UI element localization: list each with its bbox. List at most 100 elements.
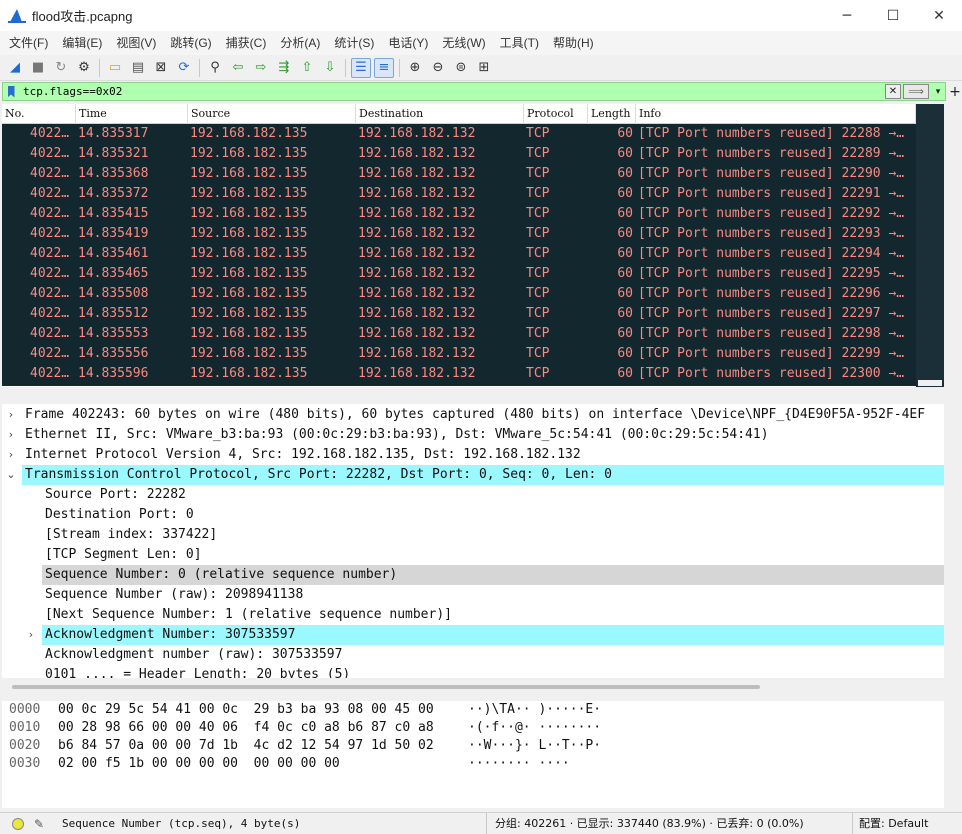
bytes-ascii: ·(·f··@· ········ (468, 720, 602, 735)
shark-fin-start-icon[interactable]: ◢ (5, 58, 25, 78)
close-button[interactable]: ✕ (916, 0, 962, 31)
column-header[interactable]: Info (636, 104, 916, 124)
column-header[interactable]: Time (76, 104, 188, 124)
back-arrow-icon[interactable]: ⇦ (228, 58, 248, 78)
detail-tree-item[interactable]: [TCP Segment Len: 0] (2, 545, 944, 565)
expert-info-icon[interactable] (12, 817, 24, 830)
toolbar-separator (199, 58, 200, 77)
reload-icon[interactable]: ⟳ (174, 58, 194, 78)
collapsed-arrow-icon[interactable]: › (24, 625, 38, 645)
details-horizontal-scrollbar[interactable] (2, 680, 944, 694)
packet-row[interactable]: 4022… 14.835415 192.168.182.135 192.168.182… (2, 204, 916, 224)
restart-icon[interactable]: ↻ (51, 58, 71, 78)
bytes-ascii: ········ ···· (468, 756, 570, 771)
filter-history-dropdown[interactable]: ▾ (931, 84, 945, 99)
packet-row[interactable]: 4022… 14.835512 192.168.182.135 192.168.182… (2, 304, 916, 324)
packet-list-scrollbar[interactable] (916, 104, 944, 387)
menu-item[interactable]: 电话(Y) (381, 31, 435, 55)
add-filter-button[interactable]: + (948, 82, 962, 101)
forward-arrow-icon[interactable]: ⇨ (251, 58, 271, 78)
maximize-button[interactable]: ☐ (870, 0, 916, 31)
packet-row[interactable]: 4022… 14.835321 192.168.182.135 192.168.182… (2, 144, 916, 164)
packet-row[interactable]: 4022… 14.835317 192.168.182.135 192.168.182… (2, 124, 916, 144)
display-filter-bar: ✕ ⟹ ▾ (2, 82, 946, 101)
goto-packet-icon[interactable]: ⇶ (274, 58, 294, 78)
packet-row[interactable]: 4022… 14.835461 192.168.182.135 192.168.182… (2, 244, 916, 264)
packet-cell-dst: 192.168.182.132 (358, 286, 476, 301)
edit-comment-icon[interactable]: ✎ (34, 817, 50, 831)
menu-item[interactable]: 文件(F) (2, 31, 55, 55)
display-filter-input[interactable] (19, 83, 885, 100)
save-file-icon[interactable]: ▤ (128, 58, 148, 78)
autoscroll-icon[interactable]: ☰ (351, 57, 371, 78)
column-header[interactable]: Length (588, 104, 636, 124)
status-profile[interactable]: 配置: Default (852, 813, 928, 834)
resize-columns-icon[interactable]: ⊞ (474, 58, 494, 78)
detail-tree-item[interactable]: Destination Port: 0 (2, 505, 944, 525)
colorize-icon[interactable]: ≡ (374, 57, 394, 78)
menu-item[interactable]: 跳转(G) (163, 31, 218, 55)
find-icon[interactable]: ⚲ (205, 58, 225, 78)
packet-row[interactable]: 4022… 14.835508 192.168.182.135 192.168.182… (2, 284, 916, 304)
minimize-button[interactable]: ─ (824, 0, 870, 31)
detail-tree-item[interactable]: › Frame 402243: 60 bytes on wire (480 bit… (2, 405, 944, 425)
pane-splitter[interactable] (0, 389, 962, 403)
expanded-arrow-icon[interactable]: ⌄ (4, 465, 18, 485)
column-header[interactable]: Source (188, 104, 356, 124)
packet-row[interactable]: 4022… 14.835419 192.168.182.135 192.168.182… (2, 224, 916, 244)
zoom-out-icon[interactable]: ⊖ (428, 58, 448, 78)
detail-tree-item[interactable]: Acknowledgment number (raw): 307533597 (2, 645, 944, 665)
menu-item[interactable]: 编辑(E) (55, 31, 109, 55)
menu-item[interactable]: 帮助(H) (546, 31, 601, 55)
menu-item[interactable]: 捕获(C) (219, 31, 274, 55)
menu-item[interactable]: 分析(A) (273, 31, 327, 55)
apply-filter-button[interactable]: ⟹ (903, 84, 929, 99)
close-file-icon[interactable]: ⊠ (151, 58, 171, 78)
collapsed-arrow-icon[interactable]: › (4, 405, 18, 425)
packet-cell-len: 60 (617, 246, 633, 261)
packet-row[interactable]: 4022… 14.835372 192.168.182.135 192.168.182… (2, 184, 916, 204)
clear-filter-button[interactable]: ✕ (885, 84, 901, 99)
detail-tree-item[interactable]: Sequence Number (raw): 2098941138 (2, 585, 944, 605)
packet-cell-len: 60 (617, 146, 633, 161)
column-header[interactable]: No. (2, 104, 76, 124)
menu-item[interactable]: 无线(W) (435, 31, 492, 55)
collapsed-arrow-icon[interactable]: › (4, 425, 18, 445)
menu-item[interactable]: 工具(T) (493, 31, 546, 55)
packet-row[interactable]: 4022… 14.835465 192.168.182.135 192.168.182… (2, 264, 916, 284)
scrollbar-thumb[interactable] (12, 685, 760, 689)
menu-item[interactable]: 统计(S) (327, 31, 381, 55)
detail-tree-label: Sequence Number: 0 (relative sequence nu… (45, 567, 398, 582)
stop-icon[interactable]: ■ (28, 58, 48, 78)
packet-row[interactable]: 4022… 14.835596 192.168.182.135 192.168.182… (2, 364, 916, 384)
detail-tree-item[interactable]: [Next Sequence Number: 1 (relative seque… (2, 605, 944, 625)
packet-row[interactable]: 4022… 14.835553 192.168.182.135 192.168.182… (2, 324, 916, 344)
detail-tree-item[interactable]: Source Port: 22282 (2, 485, 944, 505)
scrollbar-thumb[interactable] (918, 380, 942, 386)
options-gear-icon[interactable]: ⚙ (74, 58, 94, 78)
first-packet-icon[interactable]: ⇧ (297, 58, 317, 78)
packet-bytes-pane: 0000 00 0c 29 5c 54 41 00 0c 29 b3 ba 93 … (2, 701, 944, 808)
detail-tree-item[interactable]: › Acknowledgment Number: 307533597 (29, 625, 944, 645)
packet-cell-dst: 192.168.182.132 (358, 186, 476, 201)
detail-tree-item[interactable]: 0101 .... = Header Length: 20 bytes (5) (2, 665, 944, 678)
last-packet-icon[interactable]: ⇩ (320, 58, 340, 78)
packet-row[interactable]: 4022… 14.835556 192.168.182.135 192.168.182… (2, 344, 916, 364)
detail-tree-item[interactable]: [Stream index: 337422] (2, 525, 944, 545)
column-header[interactable]: Destination (356, 104, 524, 124)
zoom-in-icon[interactable]: ⊕ (405, 58, 425, 78)
packet-cell-src: 192.168.182.135 (190, 246, 308, 261)
packet-cell-no: 4022… (30, 226, 70, 241)
column-header[interactable]: Protocol (524, 104, 588, 124)
detail-tree-item[interactable]: › Internet Protocol Version 4, Src: 192.1… (2, 445, 944, 465)
filter-bookmark-icon[interactable] (3, 83, 19, 100)
packet-row[interactable]: 4022… 14.835368 192.168.182.135 192.168.182… (2, 164, 916, 184)
detail-tree-item[interactable]: › Ethernet II, Src: VMware_b3:ba:93 (00:0… (2, 425, 944, 445)
detail-tree-item[interactable]: Sequence Number: 0 (relative sequence nu… (42, 565, 944, 585)
zoom-normal-icon[interactable]: ⊜ (451, 58, 471, 78)
detail-tree-item[interactable]: ⌄ Transmission Control Protocol, Src Port… (6, 465, 944, 485)
open-folder-icon[interactable]: ▭ (105, 58, 125, 78)
collapsed-arrow-icon[interactable]: › (4, 445, 18, 465)
menu-item[interactable]: 视图(V) (109, 31, 163, 55)
packet-cell-no: 4022… (30, 326, 70, 341)
